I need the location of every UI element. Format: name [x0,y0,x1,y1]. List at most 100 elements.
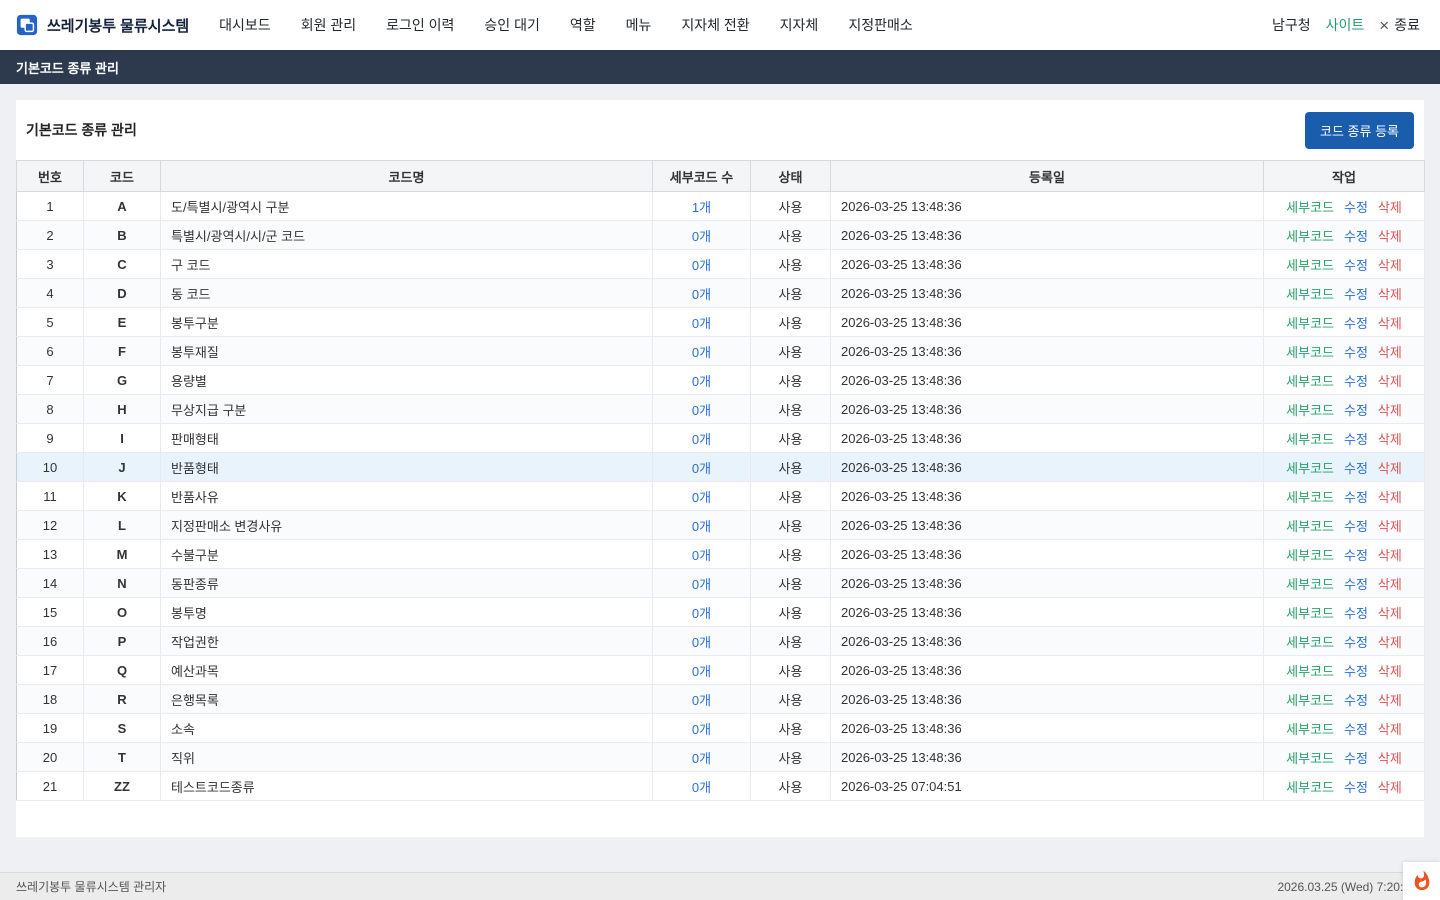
detail-count-link[interactable]: 0개 [692,606,711,621]
detail-code-link[interactable]: 세부코드 [1286,287,1334,302]
detail-code-link[interactable]: 세부코드 [1286,229,1334,244]
detail-code-link[interactable]: 세부코드 [1286,258,1334,273]
delete-link[interactable]: 삭제 [1378,577,1402,592]
detail-code-link[interactable]: 세부코드 [1286,606,1334,621]
site-link[interactable]: 사이트 [1326,15,1365,35]
nav-item-0[interactable]: 대시보드 [219,15,271,35]
detail-count-link[interactable]: 1개 [692,200,711,215]
detail-code-link[interactable]: 세부코드 [1286,751,1334,766]
nav-item-5[interactable]: 메뉴 [626,15,652,35]
detail-count-link[interactable]: 0개 [692,229,711,244]
detail-code-link[interactable]: 세부코드 [1286,519,1334,534]
edit-link[interactable]: 수정 [1344,606,1368,621]
delete-link[interactable]: 삭제 [1378,751,1402,766]
detail-count-link[interactable]: 0개 [692,722,711,737]
detail-count-link[interactable]: 0개 [692,403,711,418]
edit-link[interactable]: 수정 [1344,403,1368,418]
detail-code-link[interactable]: 세부코드 [1286,461,1334,476]
detail-code-link[interactable]: 세부코드 [1286,548,1334,563]
detail-code-link[interactable]: 세부코드 [1286,200,1334,215]
delete-link[interactable]: 삭제 [1378,287,1402,302]
detail-count-link[interactable]: 0개 [692,461,711,476]
detail-code-link[interactable]: 세부코드 [1286,693,1334,708]
logout-button[interactable]: × 종료 [1379,15,1420,35]
edit-link[interactable]: 수정 [1344,635,1368,650]
edit-link[interactable]: 수정 [1344,519,1368,534]
edit-link[interactable]: 수정 [1344,548,1368,563]
delete-link[interactable]: 삭제 [1378,606,1402,621]
detail-count-link[interactable]: 0개 [692,577,711,592]
edit-link[interactable]: 수정 [1344,780,1368,795]
edit-link[interactable]: 수정 [1344,200,1368,215]
delete-link[interactable]: 삭제 [1378,403,1402,418]
nav-item-6[interactable]: 지자체 전환 [681,15,749,35]
edit-link[interactable]: 수정 [1344,693,1368,708]
edit-link[interactable]: 수정 [1344,461,1368,476]
delete-link[interactable]: 삭제 [1378,548,1402,563]
devtool-flame-button[interactable] [1403,862,1440,900]
detail-code-link[interactable]: 세부코드 [1286,490,1334,505]
edit-link[interactable]: 수정 [1344,490,1368,505]
edit-link[interactable]: 수정 [1344,316,1368,331]
delete-link[interactable]: 삭제 [1378,490,1402,505]
detail-code-link[interactable]: 세부코드 [1286,664,1334,679]
detail-count-link[interactable]: 0개 [692,519,711,534]
register-code-type-button[interactable]: 코드 종류 등록 [1305,112,1414,149]
detail-count-link[interactable]: 0개 [692,316,711,331]
delete-link[interactable]: 삭제 [1378,722,1402,737]
edit-link[interactable]: 수정 [1344,374,1368,389]
detail-code-link[interactable]: 세부코드 [1286,403,1334,418]
detail-count-link[interactable]: 0개 [692,635,711,650]
edit-link[interactable]: 수정 [1344,287,1368,302]
detail-count-link[interactable]: 0개 [692,780,711,795]
detail-count-link[interactable]: 0개 [692,751,711,766]
delete-link[interactable]: 삭제 [1378,780,1402,795]
delete-link[interactable]: 삭제 [1378,345,1402,360]
edit-link[interactable]: 수정 [1344,258,1368,273]
delete-link[interactable]: 삭제 [1378,200,1402,215]
nav-item-4[interactable]: 역할 [570,15,596,35]
delete-link[interactable]: 삭제 [1378,635,1402,650]
nav-item-3[interactable]: 승인 대기 [484,15,539,35]
delete-link[interactable]: 삭제 [1378,693,1402,708]
detail-code-link[interactable]: 세부코드 [1286,316,1334,331]
detail-count-link[interactable]: 0개 [692,432,711,447]
nav-item-1[interactable]: 회원 관리 [301,15,356,35]
detail-code-link[interactable]: 세부코드 [1286,345,1334,360]
detail-code-link[interactable]: 세부코드 [1286,780,1334,795]
edit-link[interactable]: 수정 [1344,345,1368,360]
cell-code: R [84,685,161,714]
nav-item-8[interactable]: 지정판매소 [848,15,912,35]
table-row: 5E봉투구분0개사용2026-03-25 13:48:36세부코드수정삭제 [17,308,1425,337]
detail-code-link[interactable]: 세부코드 [1286,432,1334,447]
delete-link[interactable]: 삭제 [1378,432,1402,447]
cell-date: 2026-03-25 13:48:36 [831,221,1264,250]
detail-code-link[interactable]: 세부코드 [1286,722,1334,737]
detail-code-link[interactable]: 세부코드 [1286,577,1334,592]
delete-link[interactable]: 삭제 [1378,461,1402,476]
delete-link[interactable]: 삭제 [1378,229,1402,244]
edit-link[interactable]: 수정 [1344,432,1368,447]
edit-link[interactable]: 수정 [1344,722,1368,737]
edit-link[interactable]: 수정 [1344,751,1368,766]
detail-count-link[interactable]: 0개 [692,258,711,273]
delete-link[interactable]: 삭제 [1378,374,1402,389]
detail-count-link[interactable]: 0개 [692,374,711,389]
delete-link[interactable]: 삭제 [1378,519,1402,534]
nav-item-7[interactable]: 지자체 [780,15,819,35]
delete-link[interactable]: 삭제 [1378,664,1402,679]
detail-code-link[interactable]: 세부코드 [1286,374,1334,389]
detail-count-link[interactable]: 0개 [692,345,711,360]
edit-link[interactable]: 수정 [1344,664,1368,679]
detail-code-link[interactable]: 세부코드 [1286,635,1334,650]
edit-link[interactable]: 수정 [1344,577,1368,592]
detail-count-link[interactable]: 0개 [692,664,711,679]
detail-count-link[interactable]: 0개 [692,490,711,505]
delete-link[interactable]: 삭제 [1378,258,1402,273]
detail-count-link[interactable]: 0개 [692,693,711,708]
edit-link[interactable]: 수정 [1344,229,1368,244]
detail-count-link[interactable]: 0개 [692,548,711,563]
detail-count-link[interactable]: 0개 [692,287,711,302]
delete-link[interactable]: 삭제 [1378,316,1402,331]
nav-item-2[interactable]: 로그인 이력 [386,15,454,35]
